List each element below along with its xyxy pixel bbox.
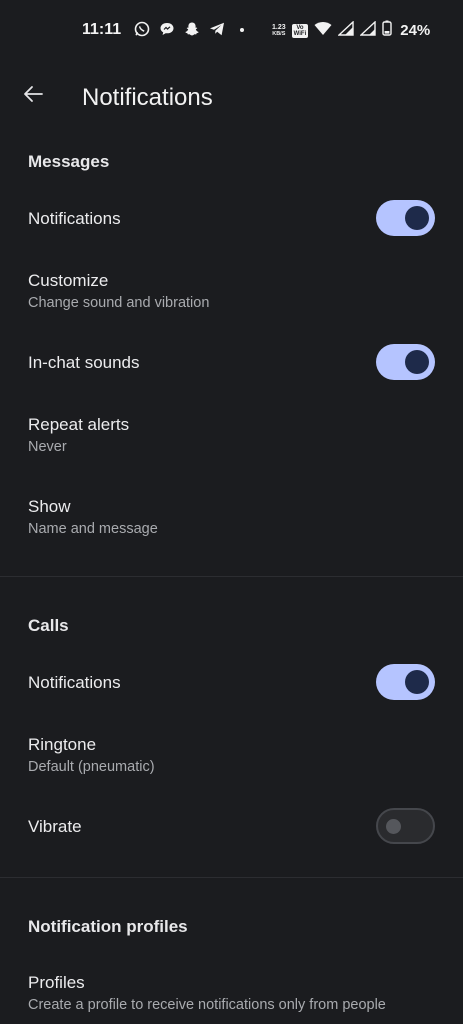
- toggle-knob: [405, 670, 429, 694]
- snapchat-icon: [183, 20, 200, 37]
- vowifi-badge-bottom: WiFi: [293, 30, 307, 37]
- customize-label: Customize: [28, 271, 109, 290]
- section-header-messages: Messages: [28, 152, 110, 171]
- more-notifications-dot-icon: [233, 20, 250, 37]
- ringtone-subtitle: Default (pneumatic): [28, 759, 155, 775]
- show-subtitle: Name and message: [28, 521, 158, 537]
- section-divider: [0, 877, 463, 878]
- section-header-notification-profiles: Notification profiles: [28, 917, 188, 936]
- section-divider: [0, 576, 463, 577]
- wifi-icon: [314, 21, 332, 41]
- network-speed-value: 1.23: [272, 23, 286, 31]
- network-speed: 1.23 KB/S: [272, 24, 286, 38]
- whatsapp-icon: [133, 20, 150, 37]
- repeat-alerts-subtitle: Never: [28, 439, 67, 455]
- toggle-knob: [386, 819, 401, 834]
- page-title: Notifications: [82, 84, 213, 111]
- ringtone-label: Ringtone: [28, 735, 97, 754]
- profiles-label: Profiles: [28, 973, 85, 992]
- status-right-icons: 1.23 KB/S Vo WiFi 24%: [272, 19, 431, 41]
- repeat-alerts-row[interactable]: Repeat alerts Never: [0, 402, 463, 468]
- status-bar: 11:11 1.23 KB/S Vo WiFi 24%: [0, 0, 463, 62]
- signal-icon: [337, 19, 354, 41]
- vibrate-label: Vibrate: [28, 817, 82, 836]
- profiles-row[interactable]: Profiles Create a profile to receive not…: [0, 960, 463, 1024]
- toggle-knob: [405, 206, 429, 230]
- chat-bubble-icon: [158, 20, 175, 37]
- customize-row[interactable]: Customize Change sound and vibration: [0, 258, 463, 324]
- notification-icons: [133, 20, 250, 37]
- customize-subtitle: Change sound and vibration: [28, 295, 210, 311]
- vowifi-badge: Vo WiFi: [291, 23, 309, 38]
- in-chat-sounds-label: In-chat sounds: [28, 353, 140, 372]
- profiles-subtitle: Create a profile to receive notification…: [28, 997, 386, 1013]
- telegram-icon: [208, 20, 225, 37]
- vibrate-toggle[interactable]: [376, 808, 435, 844]
- show-label: Show: [28, 497, 71, 516]
- back-button[interactable]: [16, 77, 50, 111]
- in-chat-sounds-toggle[interactable]: [376, 344, 435, 380]
- vibrate-row[interactable]: Vibrate: [0, 800, 463, 852]
- repeat-alerts-label: Repeat alerts: [28, 415, 130, 434]
- messages-notifications-toggle[interactable]: [376, 200, 435, 236]
- network-speed-unit: KB/S: [272, 30, 286, 37]
- section-header-calls: Calls: [28, 616, 69, 635]
- arrow-left-icon: [24, 86, 43, 102]
- app-bar: Notifications: [0, 62, 463, 130]
- toggle-knob: [405, 350, 429, 374]
- battery-icon: [382, 20, 392, 41]
- calls-notifications-label: Notifications: [28, 673, 121, 692]
- signal-icon-2: [359, 19, 376, 41]
- show-row[interactable]: Show Name and message: [0, 484, 463, 550]
- battery-percent: 24%: [400, 22, 431, 39]
- calls-notifications-row[interactable]: Notifications: [0, 656, 463, 708]
- messages-notifications-row[interactable]: Notifications: [0, 192, 463, 244]
- calls-notifications-toggle[interactable]: [376, 664, 435, 700]
- ringtone-row[interactable]: Ringtone Default (pneumatic): [0, 722, 463, 788]
- in-chat-sounds-row[interactable]: In-chat sounds: [0, 336, 463, 388]
- messages-notifications-label: Notifications: [28, 209, 121, 228]
- status-time: 11:11: [82, 21, 122, 38]
